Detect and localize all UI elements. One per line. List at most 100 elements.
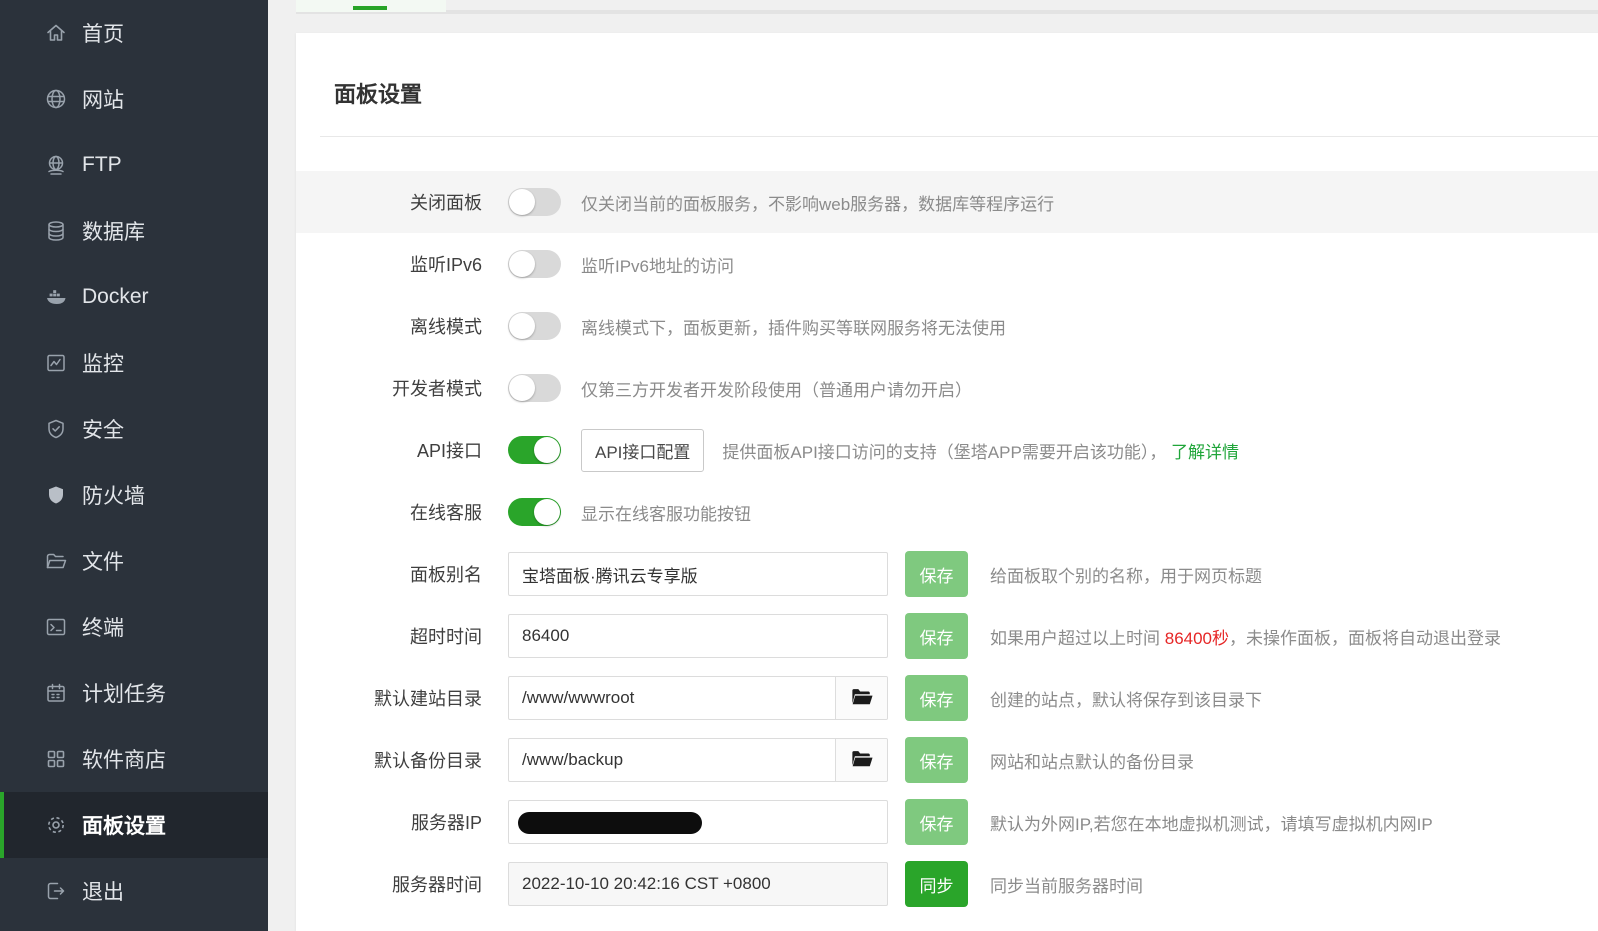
sidebar-item-label: 首页 — [82, 23, 124, 46]
setting-desc: 显示在线客服功能按钮 — [581, 504, 751, 524]
developer-mode-toggle[interactable] — [508, 374, 561, 402]
site-dir-input[interactable] — [509, 677, 835, 719]
sidebar-item-database[interactable]: 数据库 — [0, 198, 268, 264]
docker-icon — [44, 285, 68, 309]
shield-check-icon — [44, 417, 68, 441]
setting-label: 默认备份目录 — [374, 751, 482, 771]
terminal-icon — [44, 615, 68, 639]
timeout-desc-after: ，未操作面板，面板将自动退出登录 — [1229, 628, 1502, 648]
setting-desc: 同步当前服务器时间 — [990, 876, 1143, 896]
setting-label: 服务器IP — [410, 813, 482, 833]
sidebar-item-label: 数据库 — [82, 221, 145, 244]
backup-dir-input-wrap — [508, 738, 888, 782]
setting-label: 监听IPv6 — [409, 255, 482, 275]
setting-row-developer-mode: 开发者模式 仅第三方开发者开发阶段使用（普通用户请勿开启） — [296, 357, 1598, 419]
setting-row-server-time: 服务器时间 同步 同步当前服务器时间 — [296, 853, 1598, 915]
main-content: 面板设置 关闭面板 仅关闭当前的面板服务，不影响web服务器，数据库等程序运行 … — [268, 0, 1598, 931]
sidebar-item-security[interactable]: 安全 — [0, 396, 268, 462]
sidebar-item-monitor[interactable]: 监控 — [0, 330, 268, 396]
gear-icon — [44, 813, 68, 837]
title-divider — [320, 136, 1598, 137]
tabbar-shadow — [296, 10, 1598, 14]
timeout-desc-before: 如果用户超过以上时间 — [990, 628, 1165, 648]
sidebar-item-docker[interactable]: Docker — [0, 264, 268, 330]
sidebar-item-terminal[interactable]: 终端 — [0, 594, 268, 660]
setting-desc: 离线模式下，面板更新，插件购买等联网服务将无法使用 — [581, 318, 1006, 338]
toggle-knob — [509, 251, 535, 277]
setting-desc: 默认为外网IP,若您在本地虚拟机测试，请填写虚拟机内网IP — [990, 814, 1433, 834]
setting-desc: 提供面板API接口访问的支持（堡塔APP需要开启该功能）， 了解详情 — [722, 438, 1239, 463]
server-time-input-wrap — [508, 862, 888, 906]
save-button[interactable]: 保存 — [905, 675, 968, 721]
sidebar-item-firewall[interactable]: 防火墙 — [0, 462, 268, 528]
tab-panel-settings[interactable] — [296, 0, 446, 12]
save-button[interactable]: 保存 — [905, 799, 968, 845]
folder-icon — [851, 687, 873, 709]
timeout-input[interactable] — [509, 615, 887, 657]
save-button[interactable]: 保存 — [905, 613, 968, 659]
api-config-button[interactable]: API接口配置 — [581, 428, 705, 472]
setting-desc: 给面板取个别的名称，用于网页标题 — [990, 566, 1262, 586]
toggle-knob — [534, 499, 560, 525]
sidebar-item-label: 终端 — [82, 617, 124, 640]
server-time-input[interactable] — [509, 863, 887, 905]
sidebar-item-website[interactable]: 网站 — [0, 66, 268, 132]
toggle-knob — [534, 437, 560, 463]
setting-row-panel-alias: 面板别名 保存 给面板取个别的名称，用于网页标题 — [296, 543, 1598, 605]
api-toggle[interactable] — [508, 436, 561, 464]
sidebar-item-home[interactable]: 首页 — [0, 0, 268, 66]
sidebar-item-logout[interactable]: 退出 — [0, 858, 268, 924]
setting-desc: 仅关闭当前的面板服务，不影响web服务器，数据库等程序运行 — [581, 194, 1055, 214]
setting-desc: 网站和站点默认的备份目录 — [990, 752, 1194, 772]
app-window: 首页 网站 FTP 数据库 Docker 监控 安全 防火墙 文件 终端 计划任… — [0, 0, 1598, 931]
ftp-icon — [44, 153, 68, 177]
folder-picker-button[interactable] — [835, 739, 887, 781]
sidebar-item-label: 网站 — [82, 89, 124, 112]
setting-label: 默认建站目录 — [374, 689, 482, 709]
setting-label: 在线客服 — [410, 503, 482, 523]
save-button[interactable]: 保存 — [905, 551, 968, 597]
sidebar-item-cron[interactable]: 计划任务 — [0, 660, 268, 726]
setting-label: 超时时间 — [410, 627, 482, 647]
backup-dir-input[interactable] — [509, 739, 835, 781]
setting-row-ipv6: 监听IPv6 监听IPv6地址的访问 — [296, 233, 1598, 295]
setting-label: 开发者模式 — [392, 379, 482, 399]
calendar-icon — [44, 681, 68, 705]
settings-form: 关闭面板 仅关闭当前的面板服务，不影响web服务器，数据库等程序运行 监听IPv… — [296, 171, 1598, 915]
sidebar-item-label: 安全 — [82, 419, 124, 442]
close-panel-toggle[interactable] — [508, 188, 561, 216]
setting-label: API接口 — [416, 441, 482, 461]
panel-alias-input[interactable] — [509, 553, 887, 595]
database-icon — [44, 219, 68, 243]
toggle-knob — [509, 375, 535, 401]
ipv6-toggle[interactable] — [508, 250, 561, 278]
offline-mode-toggle[interactable] — [508, 312, 561, 340]
sidebar-item-label: 防火墙 — [82, 485, 145, 508]
sidebar-item-appstore[interactable]: 软件商店 — [0, 726, 268, 792]
save-button[interactable]: 保存 — [905, 737, 968, 783]
sidebar-item-label: 退出 — [82, 881, 124, 904]
setting-row-server-ip: 服务器IP 保存 默认为外网IP,若您在本地虚拟机测试，请填写虚拟机内网IP — [296, 791, 1598, 853]
timeout-input-wrap — [508, 614, 888, 658]
sync-button[interactable]: 同步 — [905, 861, 968, 907]
online-service-toggle[interactable] — [508, 498, 561, 526]
redacted-ip — [518, 812, 702, 834]
sidebar-item-label: Docker — [82, 285, 149, 308]
globe-icon — [44, 87, 68, 111]
toggle-knob — [509, 189, 535, 215]
sidebar: 首页 网站 FTP 数据库 Docker 监控 安全 防火墙 文件 终端 计划任… — [0, 0, 268, 931]
folder-picker-button[interactable] — [835, 677, 887, 719]
sidebar-item-label: 面板设置 — [82, 815, 166, 838]
setting-desc: 如果用户超过以上时间 86400秒，未操作面板，面板将自动退出登录 — [990, 624, 1501, 649]
setting-label: 面板别名 — [410, 565, 482, 585]
firewall-icon — [44, 483, 68, 507]
sidebar-item-panel-settings[interactable]: 面板设置 — [0, 792, 268, 858]
learn-more-link[interactable]: 了解详情 — [1171, 443, 1239, 462]
server-ip-input-wrap — [508, 800, 888, 844]
sidebar-item-files[interactable]: 文件 — [0, 528, 268, 594]
grid-icon — [44, 747, 68, 771]
setting-desc: 仅第三方开发者开发阶段使用（普通用户请勿开启） — [581, 380, 972, 400]
sidebar-item-ftp[interactable]: FTP — [0, 132, 268, 198]
logout-icon — [44, 879, 68, 903]
folder-icon — [44, 549, 68, 573]
